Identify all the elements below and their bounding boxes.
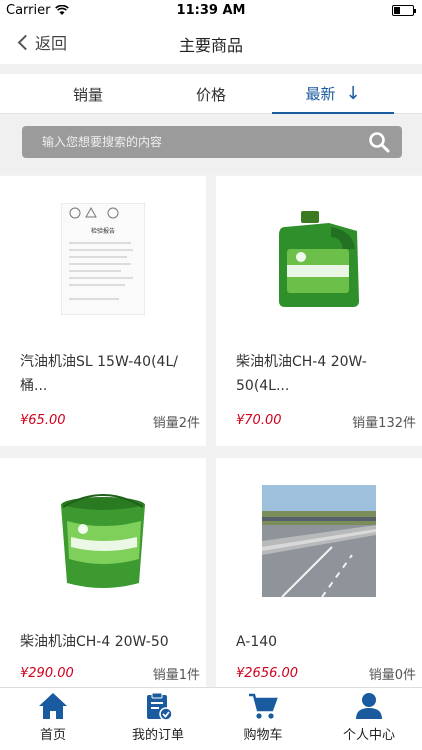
profile-icon <box>356 693 382 719</box>
tab-home[interactable]: 首页 <box>8 692 98 748</box>
orders-icon <box>147 692 173 720</box>
highway-guardrail-image <box>262 485 376 597</box>
product-sales: 销量132件 <box>352 416 416 431</box>
home-icon <box>39 693 67 719</box>
product-image: 检验报告 <box>0 176 206 342</box>
tab-home-label: 首页 <box>39 728 66 743</box>
tab-sales[interactable]: 销量 <box>32 74 144 114</box>
oil-bucket-image <box>61 494 145 588</box>
tab-newest[interactable]: 最新 ↓ <box>272 74 394 114</box>
product-image <box>216 458 422 624</box>
status-bar: Carrier 11:39 AM <box>0 0 422 22</box>
report-document-image: 检验报告 <box>61 203 145 315</box>
tab-orders[interactable]: 我的订单 <box>113 692 203 748</box>
report-title: 检验报告 <box>91 227 115 235</box>
product-card[interactable]: 柴油机油CH-4 20W-50 ¥290.00 销量1件 <box>0 458 206 688</box>
tab-profile-label: 个人中心 <box>342 728 395 743</box>
search-bar <box>0 115 422 173</box>
tab-price-label: 价格 <box>195 85 226 104</box>
cart-icon <box>249 693 278 719</box>
product-card[interactable]: 检验报告 汽油机油SL 15W-40(4L/桶... ¥65.00 销量2件 <box>0 176 206 446</box>
product-name: 柴油机油CH-4 20W-50(4L... <box>236 354 367 394</box>
product-name: 柴油机油CH-4 20W-50 <box>20 634 169 650</box>
search-icon[interactable] <box>368 131 390 153</box>
navigation-bar: 返回 主要商品 <box>0 22 422 64</box>
tab-cart-label: 购物车 <box>243 728 283 743</box>
tab-orders-label: 我的订单 <box>131 728 184 743</box>
product-price: ¥2656.00 <box>236 666 299 681</box>
separator <box>0 64 422 74</box>
product-card[interactable]: A-140 ¥2656.00 销量0件 <box>216 458 422 688</box>
tab-sales-label: 销量 <box>72 85 103 104</box>
bottom-tab-bar: 首页 我的订单 购物车 个人中心 <box>0 687 422 750</box>
product-name: A-140 <box>236 634 278 650</box>
page-title: 主要商品 <box>178 36 243 55</box>
product-sales: 销量0件 <box>368 668 416 683</box>
product-sales: 销量2件 <box>152 416 200 431</box>
product-name: 汽油机油SL 15W-40(4L/桶... <box>20 354 178 394</box>
status-time: 11:39 AM <box>176 3 246 18</box>
product-card[interactable]: 柴油机油CH-4 20W-50(4L... ¥70.00 销量132件 <box>216 176 422 446</box>
product-sales: 销量1件 <box>152 668 200 683</box>
product-image <box>216 176 422 342</box>
search-input[interactable] <box>22 126 402 158</box>
tab-price[interactable]: 价格 <box>155 74 267 114</box>
product-price: ¥65.00 <box>20 413 66 428</box>
arrow-down-icon: ↓ <box>345 82 361 104</box>
tab-cart[interactable]: 购物车 <box>218 692 308 748</box>
product-price: ¥70.00 <box>236 413 282 428</box>
tab-profile[interactable]: 个人中心 <box>324 692 414 748</box>
oil-jug-image <box>279 211 359 307</box>
product-image <box>0 458 206 624</box>
battery-icon <box>392 5 416 16</box>
product-price: ¥290.00 <box>20 666 74 681</box>
sort-tabs: 销量 价格 最新 ↓ <box>0 74 422 114</box>
tab-newest-label: 最新 <box>305 84 336 103</box>
